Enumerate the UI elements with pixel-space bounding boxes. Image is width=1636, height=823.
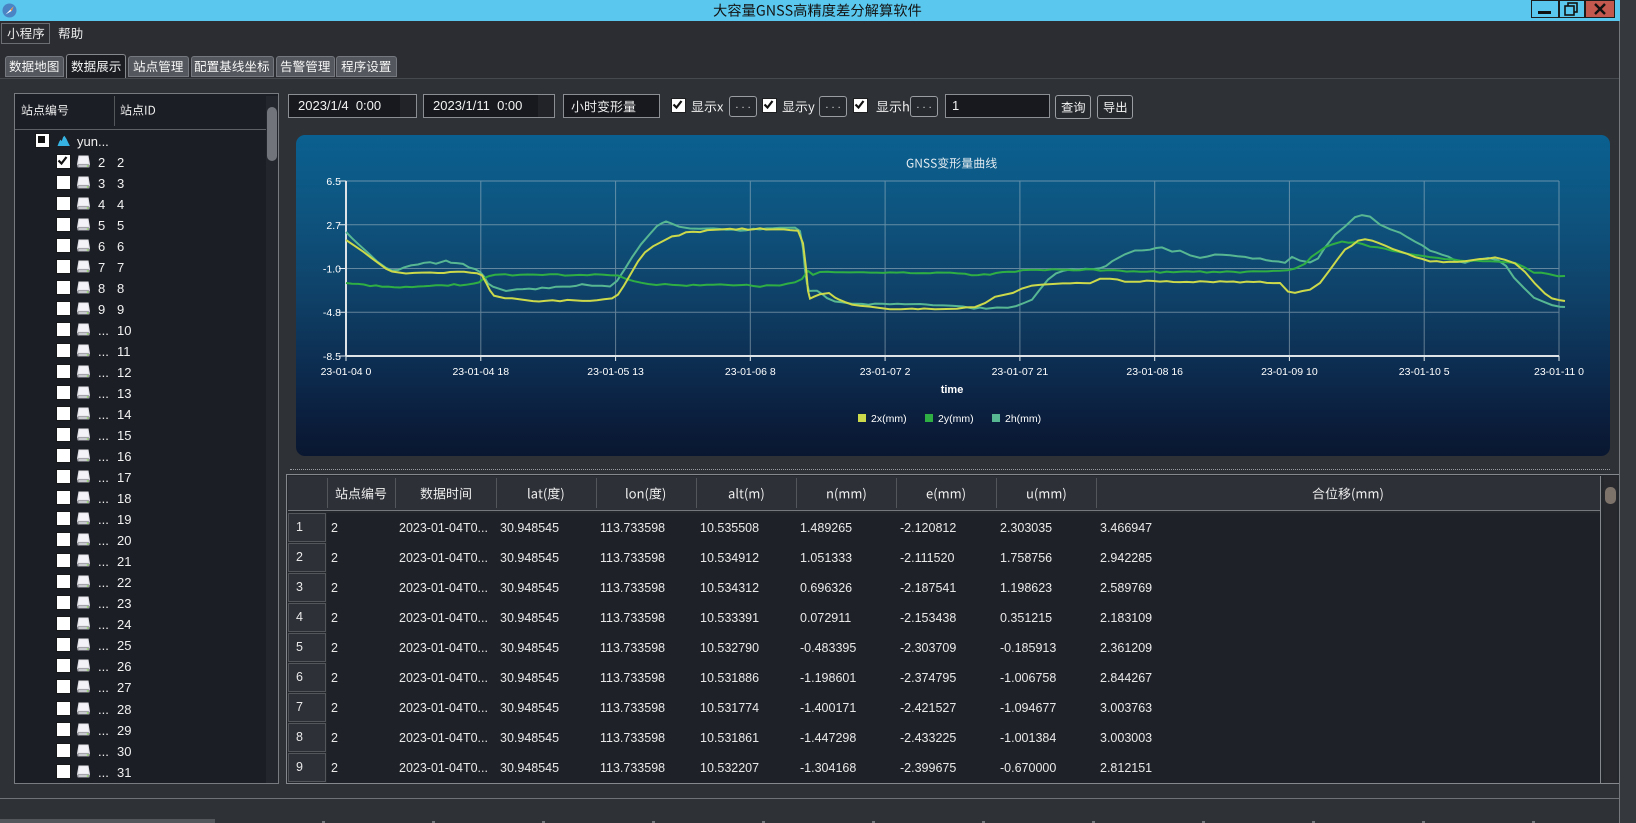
svg-text:23-01-04 0: 23-01-04 0	[321, 366, 372, 378]
svg-text:2h(mm): 2h(mm)	[1005, 413, 1041, 425]
svg-text:time: time	[941, 384, 964, 396]
svg-text:23-01-10 5: 23-01-10 5	[1399, 366, 1450, 378]
svg-text:23-01-06 8: 23-01-06 8	[725, 366, 776, 378]
svg-text:23-01-08 16: 23-01-08 16	[1126, 366, 1183, 378]
svg-text:23-01-04 18: 23-01-04 18	[452, 366, 509, 378]
svg-text:-4.8: -4.8	[323, 307, 341, 319]
svg-text:23-01-07 2: 23-01-07 2	[860, 366, 911, 378]
svg-text:23-01-07 21: 23-01-07 21	[992, 366, 1049, 378]
svg-text:2.7: 2.7	[326, 220, 341, 232]
svg-text:2y(mm): 2y(mm)	[938, 413, 974, 425]
svg-text:2x(mm): 2x(mm)	[871, 413, 907, 425]
svg-text:23-01-11 0: 23-01-11 0	[1534, 366, 1584, 378]
svg-text:-1.0: -1.0	[323, 264, 341, 276]
svg-text:6.5: 6.5	[326, 176, 341, 188]
svg-text:23-01-05 13: 23-01-05 13	[587, 366, 644, 378]
svg-text:-8.5: -8.5	[323, 351, 341, 363]
svg-text:23-01-09 10: 23-01-09 10	[1261, 366, 1318, 378]
